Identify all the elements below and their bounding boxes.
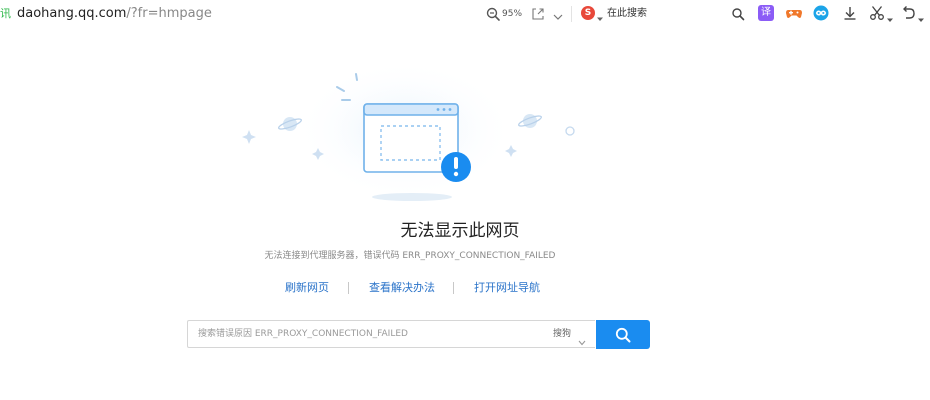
chevron-down-icon[interactable] [552, 8, 564, 20]
toolbar-search-field[interactable]: 在此搜索 [607, 6, 667, 22]
warning-icon [441, 152, 471, 182]
caret-down-icon[interactable] [886, 9, 894, 22]
game-icon[interactable] [785, 5, 803, 21]
link-divider [348, 282, 349, 294]
extension-icon[interactable] [813, 5, 829, 21]
search-input[interactable] [198, 326, 528, 342]
scissors-icon[interactable] [869, 5, 885, 21]
caret-down-icon[interactable] [917, 9, 925, 22]
chevron-down-icon[interactable] [578, 331, 586, 346]
refresh-link[interactable]: 刷新网页 [285, 279, 329, 297]
translate-icon[interactable]: 译 [758, 5, 774, 21]
decor-dash [355, 73, 358, 81]
view-solutions-link[interactable]: 查看解决办法 [369, 279, 435, 297]
error-search-box: 搜狗 [187, 320, 595, 348]
caret-down-icon[interactable] [596, 8, 604, 21]
browser-toolbar: 讯 daohang.qq.com/?fr=hmpage 95% S 在此搜索 译 [0, 0, 930, 30]
planet-icon [518, 114, 542, 128]
sparkle-icon [242, 130, 256, 144]
error-description: 无法连接到代理服务器，错误代码 ERR_PROXY_CONNECTION_FAI… [264, 251, 556, 261]
address-bar[interactable]: daohang.qq.com/?fr=hmpage [17, 5, 217, 23]
open-navigation-link[interactable]: 打开网址导航 [474, 279, 540, 297]
undo-icon[interactable] [900, 5, 916, 21]
error-illustration [242, 60, 575, 201]
browser-page: 讯 daohang.qq.com/?fr=hmpage 95% S 在此搜索 译 [0, 0, 930, 400]
download-icon[interactable] [842, 5, 858, 21]
sogou-logo[interactable]: S [581, 6, 595, 20]
action-links: 刷新网页 查看解决办法 打开网址导航 [260, 279, 580, 297]
address-host: daohang.qq.com [17, 6, 127, 21]
search-button[interactable] [596, 320, 650, 349]
zoom-icon[interactable] [485, 6, 501, 22]
window-shadow [372, 193, 452, 201]
link-divider [453, 282, 454, 294]
share-icon[interactable] [531, 6, 545, 20]
toolbar-divider [571, 6, 572, 22]
address-path: /?fr=hmpage [126, 6, 212, 21]
error-title: 无法显示此网页 [400, 221, 520, 241]
search-icon [615, 327, 631, 343]
search-icon[interactable] [731, 6, 745, 21]
tab-prefix-text: 讯 [0, 7, 11, 20]
zoom-level[interactable]: 95% [502, 7, 526, 21]
star-dot [565, 126, 575, 136]
